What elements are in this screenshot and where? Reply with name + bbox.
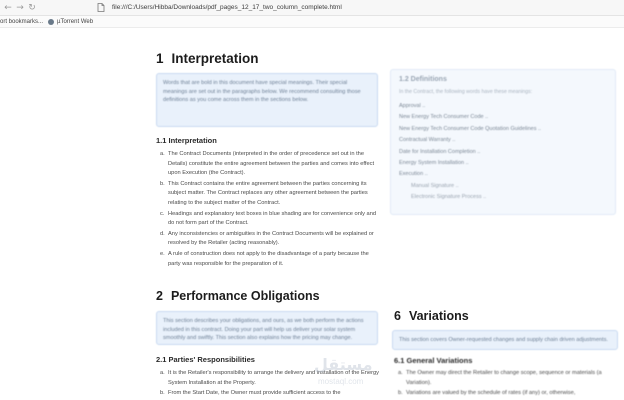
definition-subitem[interactable]: Electronic Signature Process .. (399, 192, 607, 203)
bookmark-label: µTorrent Web (57, 18, 94, 25)
definition-item[interactable]: Approval .. (399, 101, 607, 112)
definition-item[interactable]: Energy System Installation .. (399, 158, 607, 169)
section-heading-2: 2 Performance Obligations (156, 289, 320, 303)
definition-item[interactable]: Date for Installation Completion .. (399, 147, 607, 158)
browser-toolbar: ← → ↻ file:///C:/Users/Hibba/Downloads/p… (0, 0, 624, 16)
section-number: 1 (156, 51, 164, 66)
address-url[interactable]: file:///C:/Users/Hibba/Downloads/pdf_pag… (112, 4, 342, 11)
section-title: Variations (408, 309, 469, 323)
file-icon (96, 3, 106, 13)
interpretation-list: a. The Contract Documents (interpreted in… (160, 150, 382, 270)
definition-subitem[interactable]: Manual Signature .. (399, 181, 607, 192)
watermark-text: مستقل (314, 355, 373, 374)
list-item: b. This Contract contains the entire agre… (160, 180, 368, 206)
bookmarks-bar: ort bookmarks... µTorrent Web (0, 16, 624, 28)
definitions-intro: In the Contract, the following words hav… (399, 89, 533, 95)
section-title: Interpretation (171, 51, 259, 66)
list-item: c. Headings and explanatory text boxes in… (160, 210, 377, 227)
definition-item[interactable]: Contractual Warranty .. (399, 135, 607, 146)
section-heading-1: 1 Interpretation (156, 51, 259, 66)
list-item: b. Variations are valued by the schedule … (398, 390, 576, 397)
list-item: a. The Owner may direct the Retailer to c… (398, 370, 602, 386)
section-title: Performance Obligations (170, 289, 320, 303)
list-item: a. The Contract Documents (interpreted in… (160, 151, 375, 177)
section-number: 6 (394, 309, 401, 323)
back-icon[interactable]: ← (2, 0, 14, 16)
subheading-2-1: 2.1 Parties' Responsibilities (156, 355, 255, 364)
definitions-panel: 1.2 Definitions In the Contract, the fol… (390, 69, 616, 215)
address-bar[interactable]: file:///C:/Users/Hibba/Downloads/pdf_pag… (96, 0, 342, 16)
list-item: e. A rule of construction does not apply … (160, 250, 369, 267)
info-box-text: This section covers Owner-requested chan… (399, 337, 608, 343)
definition-item[interactable]: New Energy Tech Consumer Code .. (399, 112, 607, 123)
definition-item[interactable]: Execution .. (399, 169, 607, 180)
bookmark-utorrent[interactable]: µTorrent Web (48, 18, 94, 25)
section-heading-6: 6 Variations (394, 309, 469, 323)
watermark-subtext: mostaql.com (318, 377, 364, 386)
info-box-performance: This section describes your obligations,… (156, 311, 378, 345)
info-box-variations: This section covers Owner-requested chan… (392, 330, 618, 350)
document-page: 1 Interpretation Words that are bold in t… (0, 29, 624, 400)
definition-item[interactable]: New Energy Tech Consumer Code Quotation … (399, 124, 607, 135)
forward-icon[interactable]: → (14, 0, 26, 16)
list-item: d. Any inconsistencies or ambiguities in … (160, 230, 374, 247)
variations-list: a. The Owner may direct the Retailer to c… (398, 369, 620, 400)
utorrent-icon (48, 18, 55, 25)
info-box-interpretation: Words that are bold in this document hav… (156, 73, 378, 127)
subheading-1-1: 1.1 Interpretation (156, 136, 217, 145)
reload-icon[interactable]: ↻ (26, 0, 38, 16)
watermark-logo: مستقل mostaql.com (292, 353, 382, 397)
info-box-text: This section describes your obligations,… (163, 318, 364, 342)
subheading-6-1: 6.1 General Variations (394, 356, 473, 365)
definitions-title: 1.2 Definitions (399, 76, 447, 83)
info-box-text: Words that are bold in this document hav… (163, 80, 361, 104)
import-bookmarks-link[interactable]: ort bookmarks... (0, 19, 43, 25)
section-number: 2 (156, 289, 163, 303)
